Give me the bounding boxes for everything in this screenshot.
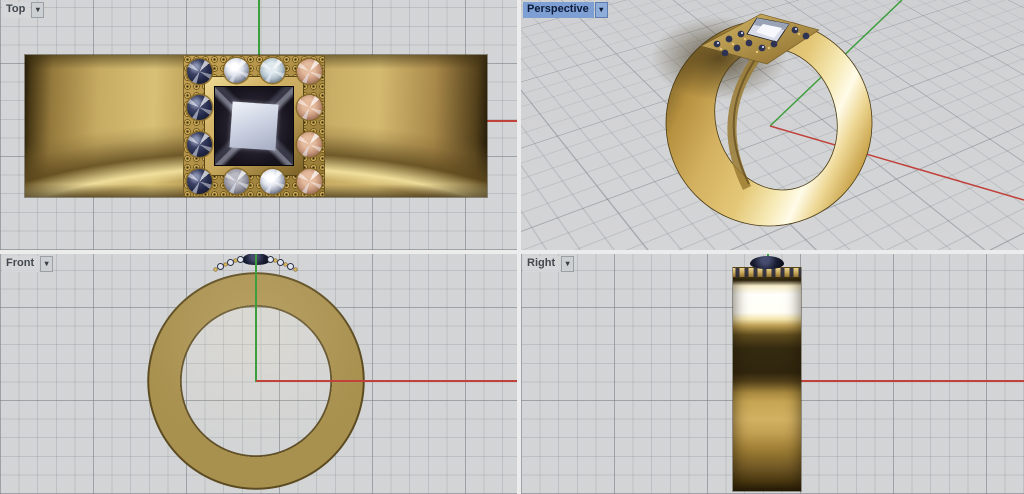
accent-gem[interactable] xyxy=(297,59,322,84)
gold-bead xyxy=(234,259,237,262)
gold-bead xyxy=(214,268,217,271)
accent-gem[interactable] xyxy=(224,58,249,83)
chevron-down-icon[interactable]: ▾ xyxy=(31,2,44,18)
viewport-front[interactable]: Front ▾ xyxy=(0,254,517,494)
viewport-right[interactable]: Right ▾ xyxy=(521,254,1024,494)
center-stone[interactable] xyxy=(214,86,294,166)
chevron-down-icon[interactable]: ▾ xyxy=(561,256,574,272)
gold-bead xyxy=(294,268,297,271)
viewport-title-label[interactable]: Top xyxy=(2,2,30,18)
accent-gem xyxy=(218,264,223,269)
y-axis-line xyxy=(255,254,257,382)
accent-gem[interactable] xyxy=(187,59,212,84)
viewport-perspective[interactable]: Perspective ▾ xyxy=(521,0,1024,250)
viewport-title-perspective[interactable]: Perspective ▾ xyxy=(523,2,608,18)
viewport-title-label[interactable]: Perspective xyxy=(523,2,594,18)
center-stone-table xyxy=(229,101,278,150)
chevron-down-icon[interactable]: ▾ xyxy=(595,2,608,18)
viewport-title-right[interactable]: Right ▾ xyxy=(523,256,574,272)
perspective-scene xyxy=(521,0,1024,250)
accent-gem[interactable] xyxy=(224,169,249,194)
viewport-title-top[interactable]: Top ▾ xyxy=(2,2,44,18)
accent-gem[interactable] xyxy=(187,169,212,194)
accent-gem[interactable] xyxy=(297,95,322,120)
x-axis-line xyxy=(767,380,1024,382)
center-stone-side-view[interactable] xyxy=(750,256,784,269)
accent-gem[interactable] xyxy=(260,169,285,194)
accent-gem xyxy=(288,264,293,269)
chevron-down-icon[interactable]: ▾ xyxy=(40,256,53,272)
ring-band-right-view[interactable] xyxy=(733,268,801,491)
accent-gem[interactable] xyxy=(297,169,322,194)
gold-bead xyxy=(274,259,277,262)
accent-gem xyxy=(278,260,283,265)
accent-gem[interactable] xyxy=(187,132,212,157)
accent-gem xyxy=(238,257,243,262)
accent-gem[interactable] xyxy=(297,132,322,157)
accent-gem xyxy=(228,260,233,265)
accent-gem[interactable] xyxy=(260,58,285,83)
accent-gem xyxy=(268,257,273,262)
viewport-title-label[interactable]: Right xyxy=(523,256,560,272)
viewport-top[interactable]: Top ▾ xyxy=(0,0,517,250)
viewport-title-label[interactable]: Front xyxy=(2,256,39,272)
gold-bead xyxy=(224,263,227,266)
center-stone-bezel[interactable] xyxy=(204,76,304,176)
gold-bead xyxy=(284,263,287,266)
accent-gem[interactable] xyxy=(187,95,212,120)
viewport-title-front[interactable]: Front ▾ xyxy=(2,256,53,272)
x-axis-line xyxy=(256,380,517,382)
viewport-layout: Top ▾ xyxy=(0,0,1024,494)
